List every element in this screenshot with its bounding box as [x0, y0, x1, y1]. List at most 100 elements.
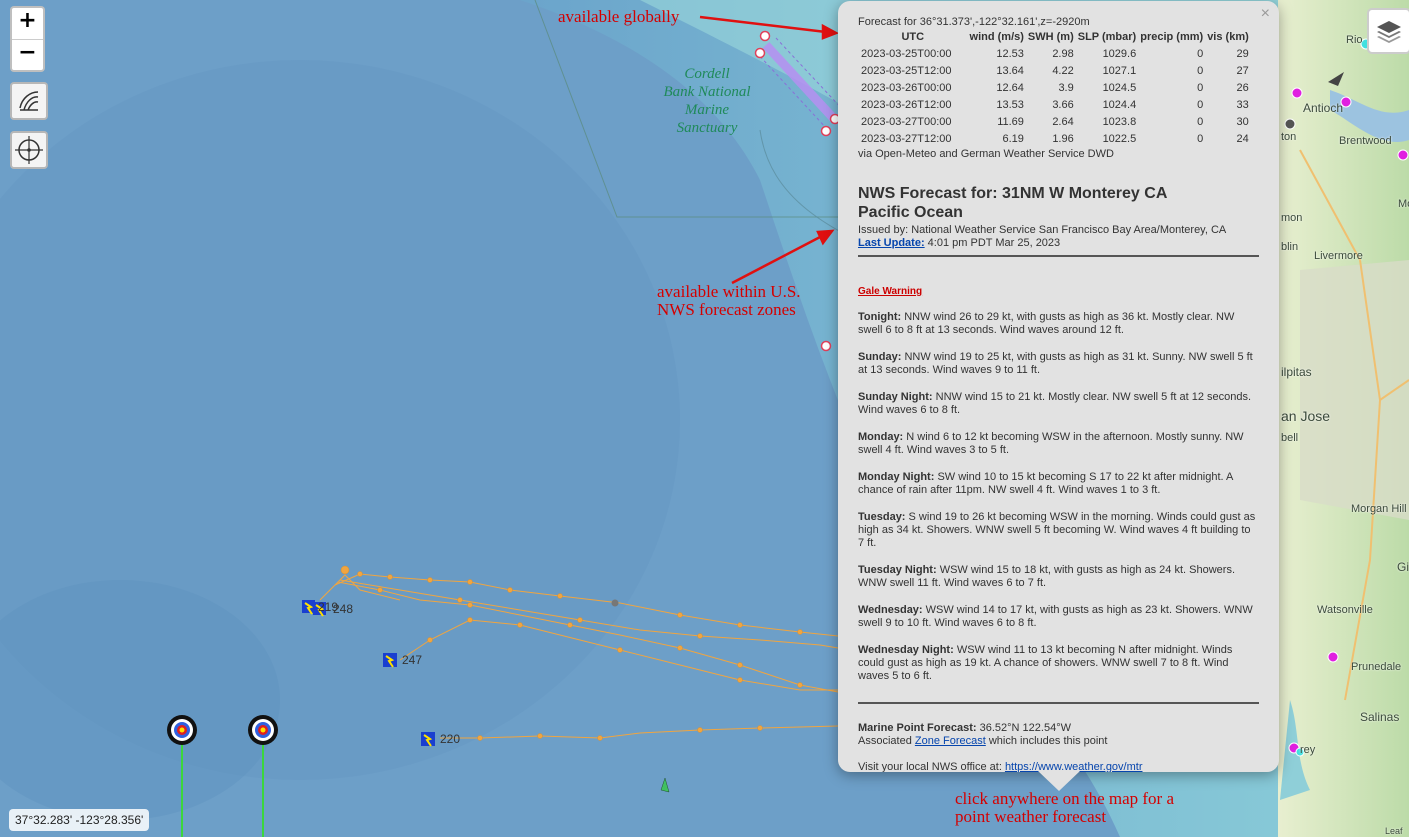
period-name: Tonight:: [858, 311, 902, 323]
city-label: Antioch: [1303, 101, 1344, 115]
city-label: Rio: [1346, 34, 1363, 46]
coordinate-readout: 37°32.283' -123°28.356': [9, 809, 150, 831]
city-label: Mo: [1398, 198, 1409, 210]
table-cell: 12.64: [996, 81, 1024, 94]
forecast-popup: × Forecast for 36°31.373',-122°32.161',z…: [838, 1, 1279, 772]
zoom-control: + −: [10, 6, 45, 72]
annotation-click: click anywhere on the map for a point we…: [955, 789, 1175, 826]
table-cell: 0: [1197, 47, 1204, 60]
layers-icon: [1377, 21, 1401, 43]
sanctuary-label: Cordell Bank National Marine Sanctuary: [663, 66, 751, 136]
nautical-chart-button[interactable]: [10, 82, 48, 120]
table-cell: 13.53: [996, 98, 1024, 111]
nautical-chart-icon: [19, 91, 39, 111]
gale-warning-link[interactable]: Gale Warning: [858, 286, 1259, 297]
city-label: ton: [1281, 131, 1297, 143]
issued-by: Issued by: National Weather Service San …: [858, 224, 1227, 236]
table-row: 2023-03-25T12:00 13.64 4.22 1027.1 0 27: [858, 62, 1251, 79]
zone-forecast-link[interactable]: Zone Forecast: [915, 735, 986, 747]
table-cell: 33: [1236, 98, 1249, 111]
forecast-period: Tuesday Night: WSW wind 15 to 18 kt, wit…: [858, 564, 1259, 590]
city-label: bell: [1281, 432, 1299, 444]
table-cell: 1027.1: [1102, 64, 1137, 77]
city-label: Watsonville: [1317, 604, 1373, 616]
period-name: Tuesday Night:: [858, 564, 937, 576]
table-cell: 1024.4: [1102, 98, 1137, 111]
city-label: Gi: [1397, 560, 1409, 574]
period-name: Wednesday:: [858, 604, 923, 616]
column-header: vis (km): [1207, 31, 1249, 43]
track-label: 248: [333, 602, 354, 616]
table-row: 2023-03-26T00:00 12.64 3.9 1024.5 0 26: [858, 79, 1251, 96]
period-name: Monday Night:: [858, 471, 935, 483]
locate-button[interactable]: [10, 131, 48, 169]
period-text: NNW wind 26 to 29 kt, with gusts as high…: [858, 311, 1235, 336]
zoom-out-button[interactable]: −: [12, 39, 43, 71]
forecast-period: Tuesday: S wind 19 to 26 kt becoming WSW…: [858, 511, 1259, 550]
table-cell: 2023-03-26T12:00: [861, 98, 952, 111]
table-row: 2023-03-27T12:00 6.19 1.96 1022.5 0 24: [858, 130, 1251, 147]
period-text: N wind 6 to 12 kt becoming WSW in the af…: [858, 431, 1244, 456]
layers-button[interactable]: [1367, 8, 1409, 54]
source-note: via Open-Meteo and German Weather Servic…: [858, 148, 1114, 160]
forecast-period: Monday Night: SW wind 10 to 15 kt becomi…: [858, 471, 1259, 497]
column-header: precip (mm): [1140, 31, 1204, 43]
zoom-in-button[interactable]: +: [12, 8, 43, 39]
period-text: NNW wind 19 to 25 kt, with gusts as high…: [858, 351, 1253, 376]
table-cell: 3.66: [1052, 98, 1074, 111]
table-cell: 2.98: [1052, 47, 1074, 60]
table-cell: 6.19: [1002, 132, 1024, 145]
table-cell: 2.64: [1052, 115, 1074, 128]
last-update-link[interactable]: Last Update:: [858, 237, 925, 249]
city-label: mon: [1281, 212, 1303, 224]
table-cell: 2023-03-27T00:00: [861, 115, 952, 128]
forecast-periods: Tonight: NNW wind 26 to 29 kt, with gust…: [858, 311, 1259, 683]
divider: [858, 255, 1259, 257]
table-cell: 27: [1236, 64, 1249, 77]
crosshair-icon: [15, 136, 43, 164]
close-button[interactable]: ×: [1261, 5, 1270, 23]
table-cell: 1024.5: [1102, 81, 1137, 94]
column-header: UTC: [901, 31, 925, 43]
period-name: Sunday Night:: [858, 391, 933, 403]
table-cell: 30: [1236, 115, 1249, 128]
vessel-icon[interactable]: [421, 732, 435, 747]
table-row: 2023-03-26T12:00 13.53 3.66 1024.4 0 33: [858, 96, 1251, 113]
table-cell: 2023-03-25T00:00: [861, 47, 952, 60]
table-cell: 13.64: [996, 64, 1024, 77]
forecast-period: Tonight: NNW wind 26 to 29 kt, with gust…: [858, 311, 1259, 337]
forecast-period: Sunday Night: NNW wind 15 to 21 kt. Most…: [858, 391, 1259, 417]
table-cell: 2023-03-27T12:00: [861, 132, 952, 145]
column-header: wind (m/s): [969, 31, 1024, 43]
table-cell: 2023-03-25T12:00: [861, 64, 952, 77]
forecast-header: Forecast for 36°31.373',-122°32.161',z=-…: [858, 16, 1090, 28]
popup-tip: [1038, 771, 1080, 791]
city-label: rey: [1300, 744, 1316, 756]
forecast-period: Wednesday Night: WSW wind 11 to 13 kt be…: [858, 644, 1259, 683]
city-label: Salinas: [1360, 710, 1400, 724]
table-cell: 29: [1236, 47, 1249, 60]
table-header-row: UTC wind (m/s) SWH (m) SLP (mbar) precip…: [858, 29, 1251, 45]
table-cell: 0: [1197, 132, 1204, 145]
city-label: Livermore: [1314, 250, 1363, 262]
table-cell: 3.9: [1058, 81, 1074, 94]
table-row: 2023-03-27T00:00 11.69 2.64 1023.8 0 30: [858, 113, 1251, 130]
table-cell: 4.22: [1052, 64, 1074, 77]
forecast-period: Wednesday: WSW wind 14 to 17 kt, with gu…: [858, 604, 1259, 630]
table-cell: 26: [1236, 81, 1249, 94]
annotation-nws: available within U.S. NWS forecast zones: [657, 282, 801, 319]
forecast-table: UTC wind (m/s) SWH (m) SLP (mbar) precip…: [858, 29, 1251, 147]
column-header: SWH (m): [1027, 31, 1074, 43]
vessel-icon[interactable]: [383, 653, 397, 668]
associated-zone: Associated Zone Forecast which includes …: [858, 735, 1108, 747]
table-cell: 0: [1197, 115, 1204, 128]
table-cell: 0: [1197, 64, 1204, 77]
last-update: Last Update: 4:01 pm PDT Mar 25, 2023: [858, 237, 1061, 249]
city-label: ilpitas: [1281, 365, 1312, 379]
city-label: Prunedale: [1351, 661, 1402, 673]
city-label: Brentwood: [1339, 135, 1392, 147]
period-text: S wind 19 to 26 kt becoming WSW in the m…: [858, 511, 1256, 549]
attribution-link[interactable]: Leaf: [1385, 826, 1403, 836]
table-cell: 1023.8: [1102, 115, 1137, 128]
table-cell: 2023-03-26T00:00: [861, 81, 952, 94]
